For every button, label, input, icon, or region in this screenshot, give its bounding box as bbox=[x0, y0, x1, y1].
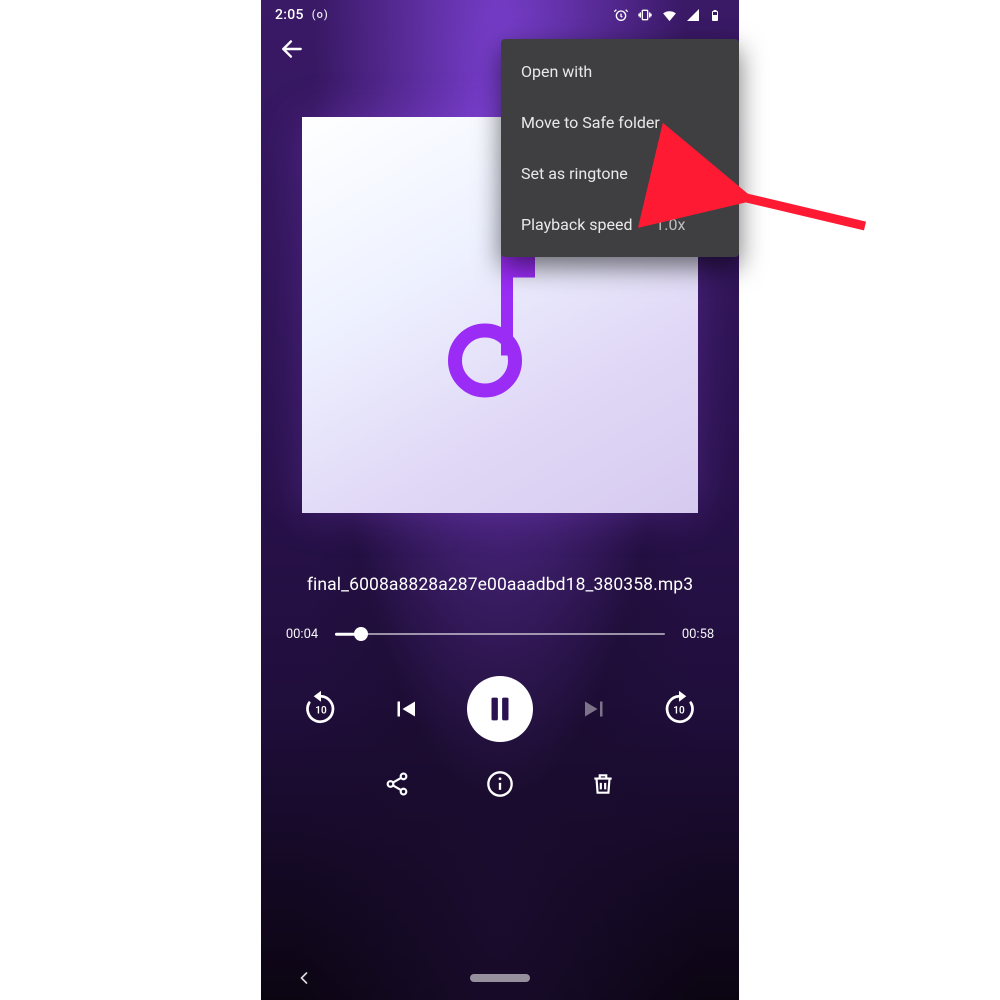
track-filename: final_6008a8828a287e00aaadbd18_380358.mp… bbox=[261, 575, 739, 595]
back-button[interactable] bbox=[271, 28, 313, 70]
menu-item-label: Open with bbox=[521, 62, 592, 81]
share-button[interactable] bbox=[384, 771, 410, 801]
skip-next-button[interactable] bbox=[573, 687, 617, 731]
menu-item-label: Set as ringtone bbox=[521, 164, 628, 183]
status-bar: 2:05 (o) bbox=[261, 0, 739, 26]
separator-dot: • bbox=[642, 217, 647, 233]
vibrate-icon bbox=[637, 7, 653, 23]
replay-10-icon: 10 bbox=[301, 689, 341, 729]
progress-section: 00:04 00:58 bbox=[261, 626, 739, 642]
svg-text:10: 10 bbox=[673, 706, 685, 717]
status-clock: 2:05 bbox=[275, 7, 304, 23]
skip-previous-button[interactable] bbox=[383, 687, 427, 731]
skip-next-icon bbox=[580, 694, 610, 724]
seek-thumb[interactable] bbox=[354, 627, 368, 641]
menu-item-move-safe-folder[interactable]: Move to Safe folder bbox=[501, 97, 739, 148]
menu-item-set-ringtone[interactable]: Set as ringtone bbox=[501, 148, 739, 199]
info-button[interactable] bbox=[486, 770, 514, 802]
battery-icon bbox=[709, 7, 725, 23]
transport-controls: 10 10 bbox=[261, 676, 739, 742]
system-nav-bar bbox=[261, 956, 739, 1000]
delete-button[interactable] bbox=[590, 771, 616, 801]
share-icon bbox=[384, 771, 410, 797]
playback-speed-value: 1.0x bbox=[655, 215, 685, 234]
menu-item-playback-speed[interactable]: Playback speed • 1.0x bbox=[501, 199, 739, 250]
menu-item-label: Playback speed bbox=[521, 215, 633, 234]
seek-bar[interactable] bbox=[335, 626, 665, 642]
chevron-left-icon bbox=[294, 968, 314, 988]
phone-frame: 2:05 (o) bbox=[261, 0, 739, 1000]
alarm-icon bbox=[613, 7, 629, 23]
rewind-10-button[interactable]: 10 bbox=[299, 687, 343, 731]
info-icon bbox=[486, 770, 514, 798]
overflow-menu: Open with Move to Safe folder Set as rin… bbox=[501, 39, 739, 257]
nav-home-pill[interactable] bbox=[470, 974, 530, 982]
forward-10-icon: 10 bbox=[659, 689, 699, 729]
music-note-icon bbox=[445, 248, 555, 398]
menu-item-open-with[interactable]: Open with bbox=[501, 46, 739, 97]
skip-previous-icon bbox=[390, 694, 420, 724]
play-pause-button[interactable] bbox=[467, 676, 533, 742]
status-recording-indicator: (o) bbox=[312, 8, 329, 21]
time-duration: 00:58 bbox=[679, 627, 717, 642]
nav-back-button[interactable] bbox=[287, 961, 321, 995]
forward-10-button[interactable]: 10 bbox=[657, 687, 701, 731]
arrow-back-icon bbox=[279, 36, 305, 62]
menu-item-label: Move to Safe folder bbox=[521, 113, 660, 132]
svg-text:10: 10 bbox=[315, 706, 327, 717]
secondary-actions bbox=[261, 770, 739, 802]
trash-icon bbox=[590, 771, 616, 797]
signal-icon bbox=[685, 7, 701, 23]
time-elapsed: 00:04 bbox=[283, 627, 321, 642]
wifi-icon bbox=[661, 7, 677, 23]
pause-icon bbox=[483, 692, 517, 726]
